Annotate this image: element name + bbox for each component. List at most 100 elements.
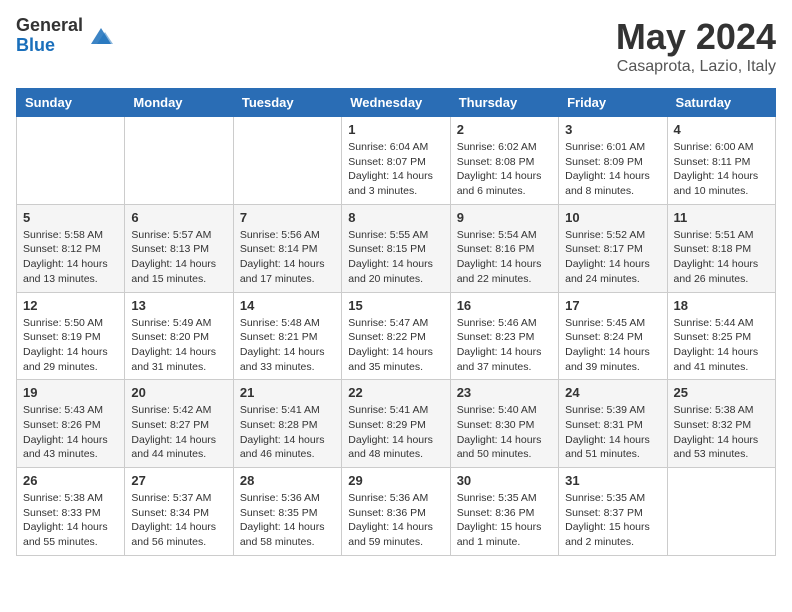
day-detail: Sunrise: 5:51 AM Sunset: 8:18 PM Dayligh… <box>674 228 769 287</box>
day-number: 3 <box>565 122 660 137</box>
day-detail: Sunrise: 5:38 AM Sunset: 8:32 PM Dayligh… <box>674 403 769 462</box>
calendar-cell <box>17 117 125 205</box>
calendar-cell: 16Sunrise: 5:46 AM Sunset: 8:23 PM Dayli… <box>450 292 558 380</box>
day-detail: Sunrise: 5:42 AM Sunset: 8:27 PM Dayligh… <box>131 403 226 462</box>
day-detail: Sunrise: 5:44 AM Sunset: 8:25 PM Dayligh… <box>674 316 769 375</box>
day-detail: Sunrise: 6:04 AM Sunset: 8:07 PM Dayligh… <box>348 140 443 199</box>
day-number: 29 <box>348 473 443 488</box>
page-title: May 2024 <box>616 16 776 58</box>
weekday-header-thursday: Thursday <box>450 89 558 117</box>
day-detail: Sunrise: 5:37 AM Sunset: 8:34 PM Dayligh… <box>131 491 226 550</box>
calendar-cell: 20 Sunrise: 5:42 AM Sunset: 8:27 PM Dayli… <box>125 380 233 468</box>
day-detail: Sunrise: 5:35 AM Sunset: 8:36 PM Dayligh… <box>457 491 552 550</box>
calendar-cell: 24 Sunrise: 5:39 AM Sunset: 8:31 PM Dayli… <box>559 380 667 468</box>
calendar-cell <box>125 117 233 205</box>
calendar-cell: 18 Sunrise: 5:44 AM Sunset: 8:25 PM Dayli… <box>667 292 775 380</box>
calendar-cell: 19 Sunrise: 5:43 AM Sunset: 8:26 PM Dayli… <box>17 380 125 468</box>
day-number: 15 <box>348 298 443 313</box>
calendar-cell: 21 Sunrise: 5:41 AM Sunset: 8:28 PM Dayli… <box>233 380 341 468</box>
calendar-cell: 2Sunrise: 6:02 AM Sunset: 8:08 PM Daylig… <box>450 117 558 205</box>
day-detail: Sunrise: 5:36 AM Sunset: 8:35 PM Dayligh… <box>240 491 335 550</box>
weekday-header-friday: Friday <box>559 89 667 117</box>
calendar-cell: 12Sunrise: 5:50 AM Sunset: 8:19 PM Dayli… <box>17 292 125 380</box>
day-number: 7 <box>240 210 335 225</box>
day-detail: Sunrise: 5:48 AM Sunset: 8:21 PM Dayligh… <box>240 316 335 375</box>
logo-text: General Blue <box>16 16 83 56</box>
calendar-cell: 6Sunrise: 5:57 AM Sunset: 8:13 PM Daylig… <box>125 204 233 292</box>
weekday-header-tuesday: Tuesday <box>233 89 341 117</box>
day-number: 30 <box>457 473 552 488</box>
day-detail: Sunrise: 5:36 AM Sunset: 8:36 PM Dayligh… <box>348 491 443 550</box>
day-number: 22 <box>348 385 443 400</box>
day-detail: Sunrise: 5:45 AM Sunset: 8:24 PM Dayligh… <box>565 316 660 375</box>
calendar-cell: 9Sunrise: 5:54 AM Sunset: 8:16 PM Daylig… <box>450 204 558 292</box>
day-number: 17 <box>565 298 660 313</box>
day-detail: Sunrise: 5:38 AM Sunset: 8:33 PM Dayligh… <box>23 491 118 550</box>
logo-icon <box>87 22 115 50</box>
calendar-week-3: 12Sunrise: 5:50 AM Sunset: 8:19 PM Dayli… <box>17 292 776 380</box>
calendar-cell: 11 Sunrise: 5:51 AM Sunset: 8:18 PM Dayli… <box>667 204 775 292</box>
weekday-header-sunday: Sunday <box>17 89 125 117</box>
day-number: 11 <box>674 210 769 225</box>
day-detail: Sunrise: 5:52 AM Sunset: 8:17 PM Dayligh… <box>565 228 660 287</box>
calendar-week-5: 26 Sunrise: 5:38 AM Sunset: 8:33 PM Dayli… <box>17 468 776 556</box>
day-number: 19 <box>23 385 118 400</box>
weekday-header-row: SundayMondayTuesdayWednesdayThursdayFrid… <box>17 89 776 117</box>
day-number: 9 <box>457 210 552 225</box>
calendar-cell: 5Sunrise: 5:58 AM Sunset: 8:12 PM Daylig… <box>17 204 125 292</box>
day-detail: Sunrise: 5:41 AM Sunset: 8:29 PM Dayligh… <box>348 403 443 462</box>
day-number: 20 <box>131 385 226 400</box>
calendar-cell: 29 Sunrise: 5:36 AM Sunset: 8:36 PM Dayli… <box>342 468 450 556</box>
logo-blue: Blue <box>16 36 83 56</box>
page-header: General Blue May 2024 Casaprota, Lazio, … <box>16 16 776 76</box>
calendar-cell: 27Sunrise: 5:37 AM Sunset: 8:34 PM Dayli… <box>125 468 233 556</box>
calendar-cell: 31 Sunrise: 5:35 AM Sunset: 8:37 PM Dayli… <box>559 468 667 556</box>
calendar-cell: 22 Sunrise: 5:41 AM Sunset: 8:29 PM Dayli… <box>342 380 450 468</box>
day-detail: Sunrise: 6:01 AM Sunset: 8:09 PM Dayligh… <box>565 140 660 199</box>
title-area: May 2024 Casaprota, Lazio, Italy <box>616 16 776 76</box>
weekday-header-wednesday: Wednesday <box>342 89 450 117</box>
day-detail: Sunrise: 6:00 AM Sunset: 8:11 PM Dayligh… <box>674 140 769 199</box>
calendar-cell <box>667 468 775 556</box>
day-detail: Sunrise: 5:56 AM Sunset: 8:14 PM Dayligh… <box>240 228 335 287</box>
weekday-header-saturday: Saturday <box>667 89 775 117</box>
day-number: 2 <box>457 122 552 137</box>
day-number: 12 <box>23 298 118 313</box>
day-detail: Sunrise: 5:39 AM Sunset: 8:31 PM Dayligh… <box>565 403 660 462</box>
day-detail: Sunrise: 5:43 AM Sunset: 8:26 PM Dayligh… <box>23 403 118 462</box>
calendar-cell: 3 Sunrise: 6:01 AM Sunset: 8:09 PM Daylig… <box>559 117 667 205</box>
calendar-cell: 4 Sunrise: 6:00 AM Sunset: 8:11 PM Daylig… <box>667 117 775 205</box>
calendar-week-1: 1 Sunrise: 6:04 AM Sunset: 8:07 PM Daylig… <box>17 117 776 205</box>
day-number: 13 <box>131 298 226 313</box>
day-number: 5 <box>23 210 118 225</box>
day-number: 16 <box>457 298 552 313</box>
calendar-cell: 15Sunrise: 5:47 AM Sunset: 8:22 PM Dayli… <box>342 292 450 380</box>
calendar-week-4: 19 Sunrise: 5:43 AM Sunset: 8:26 PM Dayli… <box>17 380 776 468</box>
calendar-table: SundayMondayTuesdayWednesdayThursdayFrid… <box>16 88 776 556</box>
day-number: 18 <box>674 298 769 313</box>
calendar-cell: 28Sunrise: 5:36 AM Sunset: 8:35 PM Dayli… <box>233 468 341 556</box>
calendar-cell: 1 Sunrise: 6:04 AM Sunset: 8:07 PM Daylig… <box>342 117 450 205</box>
day-number: 24 <box>565 385 660 400</box>
day-number: 4 <box>674 122 769 137</box>
logo-general: General <box>16 16 83 36</box>
day-number: 10 <box>565 210 660 225</box>
calendar-week-2: 5Sunrise: 5:58 AM Sunset: 8:12 PM Daylig… <box>17 204 776 292</box>
day-number: 14 <box>240 298 335 313</box>
day-detail: Sunrise: 5:40 AM Sunset: 8:30 PM Dayligh… <box>457 403 552 462</box>
calendar-cell: 10 Sunrise: 5:52 AM Sunset: 8:17 PM Dayli… <box>559 204 667 292</box>
day-detail: Sunrise: 5:41 AM Sunset: 8:28 PM Dayligh… <box>240 403 335 462</box>
day-number: 1 <box>348 122 443 137</box>
calendar-cell <box>233 117 341 205</box>
day-number: 21 <box>240 385 335 400</box>
day-number: 23 <box>457 385 552 400</box>
calendar-cell: 30 Sunrise: 5:35 AM Sunset: 8:36 PM Dayli… <box>450 468 558 556</box>
day-detail: Sunrise: 5:55 AM Sunset: 8:15 PM Dayligh… <box>348 228 443 287</box>
logo: General Blue <box>16 16 115 56</box>
calendar-cell: 14 Sunrise: 5:48 AM Sunset: 8:21 PM Dayli… <box>233 292 341 380</box>
day-detail: Sunrise: 5:35 AM Sunset: 8:37 PM Dayligh… <box>565 491 660 550</box>
calendar-cell: 23 Sunrise: 5:40 AM Sunset: 8:30 PM Dayli… <box>450 380 558 468</box>
day-number: 26 <box>23 473 118 488</box>
page-subtitle: Casaprota, Lazio, Italy <box>616 58 776 76</box>
day-number: 31 <box>565 473 660 488</box>
